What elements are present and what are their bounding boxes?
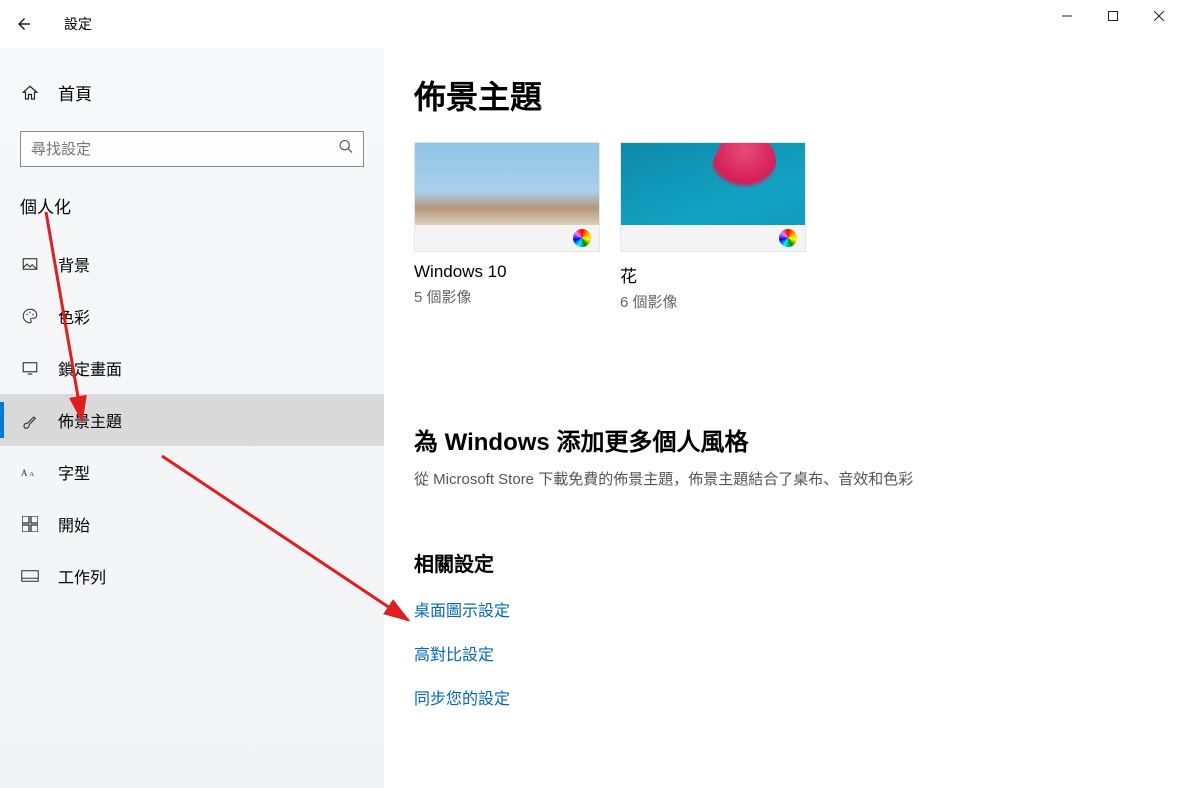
themes-row: Windows 10 5 個影像 花 6 個影像 bbox=[414, 142, 1152, 312]
sidebar-item-start[interactable]: 開始 bbox=[0, 498, 384, 550]
search-input[interactable] bbox=[20, 131, 364, 167]
sidebar-item-label: 字型 bbox=[58, 460, 90, 484]
brush-icon bbox=[20, 410, 40, 430]
page-title: 佈景主題 bbox=[414, 72, 1152, 118]
theme-strip bbox=[415, 225, 599, 251]
window-controls bbox=[1044, 0, 1182, 32]
color-wheel-icon bbox=[573, 229, 591, 247]
related-link-desktop-icons[interactable]: 桌面圖示設定 bbox=[414, 597, 1152, 621]
sidebar-item-taskbar[interactable]: 工作列 bbox=[0, 550, 384, 602]
monitor-icon bbox=[20, 358, 40, 378]
theme-subtitle: 6 個影像 bbox=[620, 291, 806, 312]
more-heading: 為 Windows 添加更多個人風格 bbox=[414, 422, 1152, 457]
palette-icon bbox=[20, 306, 40, 326]
main-content: 佈景主題 Windows 10 5 個影像 花 6 個影像 為 Windows … bbox=[384, 48, 1182, 788]
close-button[interactable] bbox=[1136, 0, 1182, 32]
image-icon bbox=[20, 254, 40, 274]
theme-strip bbox=[621, 225, 805, 251]
search-box bbox=[20, 131, 364, 167]
theme-card-flower[interactable]: 花 6 個影像 bbox=[620, 142, 806, 312]
app-title: 設定 bbox=[64, 14, 92, 34]
theme-subtitle: 5 個影像 bbox=[414, 286, 600, 307]
related-link-sync[interactable]: 同步您的設定 bbox=[414, 685, 1152, 709]
sidebar-item-label: 鎖定畫面 bbox=[58, 356, 122, 380]
more-description: 從 Microsoft Store 下載免費的佈景主題，佈景主題結合了桌布、音效… bbox=[414, 469, 1152, 492]
home-icon bbox=[20, 83, 40, 103]
search-icon bbox=[338, 139, 354, 160]
sidebar-home[interactable]: 首頁 bbox=[0, 68, 384, 117]
maximize-icon bbox=[1108, 11, 1118, 21]
sidebar-item-label: 背景 bbox=[58, 252, 90, 276]
sidebar-item-lockscreen[interactable]: 鎖定畫面 bbox=[0, 342, 384, 394]
color-wheel-icon bbox=[779, 229, 797, 247]
theme-card-windows10[interactable]: Windows 10 5 個影像 bbox=[414, 142, 600, 312]
related-heading: 相關設定 bbox=[414, 548, 1152, 577]
close-icon bbox=[1154, 11, 1164, 21]
sidebar-category: 個人化 bbox=[0, 187, 384, 238]
svg-text:A: A bbox=[21, 468, 28, 478]
maximize-button[interactable] bbox=[1090, 0, 1136, 32]
sidebar-item-background[interactable]: 背景 bbox=[0, 238, 384, 290]
sidebar-home-label: 首頁 bbox=[58, 80, 92, 105]
sidebar-item-label: 工作列 bbox=[58, 564, 106, 588]
theme-name: Windows 10 bbox=[414, 262, 600, 282]
sidebar-item-themes[interactable]: 佈景主題 bbox=[0, 394, 384, 446]
sidebar-item-colors[interactable]: 色彩 bbox=[0, 290, 384, 342]
sidebar-item-label: 開始 bbox=[58, 512, 90, 536]
taskbar-icon bbox=[20, 566, 40, 586]
arrow-left-icon bbox=[15, 15, 33, 33]
sidebar: 首頁 個人化 背景 色彩 鎖定畫面 佈景主題 AA 字型 開始 工作列 bbox=[0, 48, 384, 788]
sidebar-item-label: 佈景主題 bbox=[58, 408, 122, 432]
svg-text:A: A bbox=[29, 471, 34, 478]
theme-thumbnail bbox=[620, 142, 806, 252]
font-icon: AA bbox=[20, 462, 40, 482]
theme-name: 花 bbox=[620, 262, 806, 287]
titlebar: 設定 bbox=[0, 0, 1182, 48]
minimize-icon bbox=[1062, 11, 1072, 21]
back-button[interactable] bbox=[0, 0, 48, 48]
sidebar-item-fonts[interactable]: AA 字型 bbox=[0, 446, 384, 498]
related-link-high-contrast[interactable]: 高對比設定 bbox=[414, 641, 1152, 665]
theme-thumbnail bbox=[414, 142, 600, 252]
sidebar-item-label: 色彩 bbox=[58, 304, 90, 328]
start-icon bbox=[20, 514, 40, 534]
minimize-button[interactable] bbox=[1044, 0, 1090, 32]
